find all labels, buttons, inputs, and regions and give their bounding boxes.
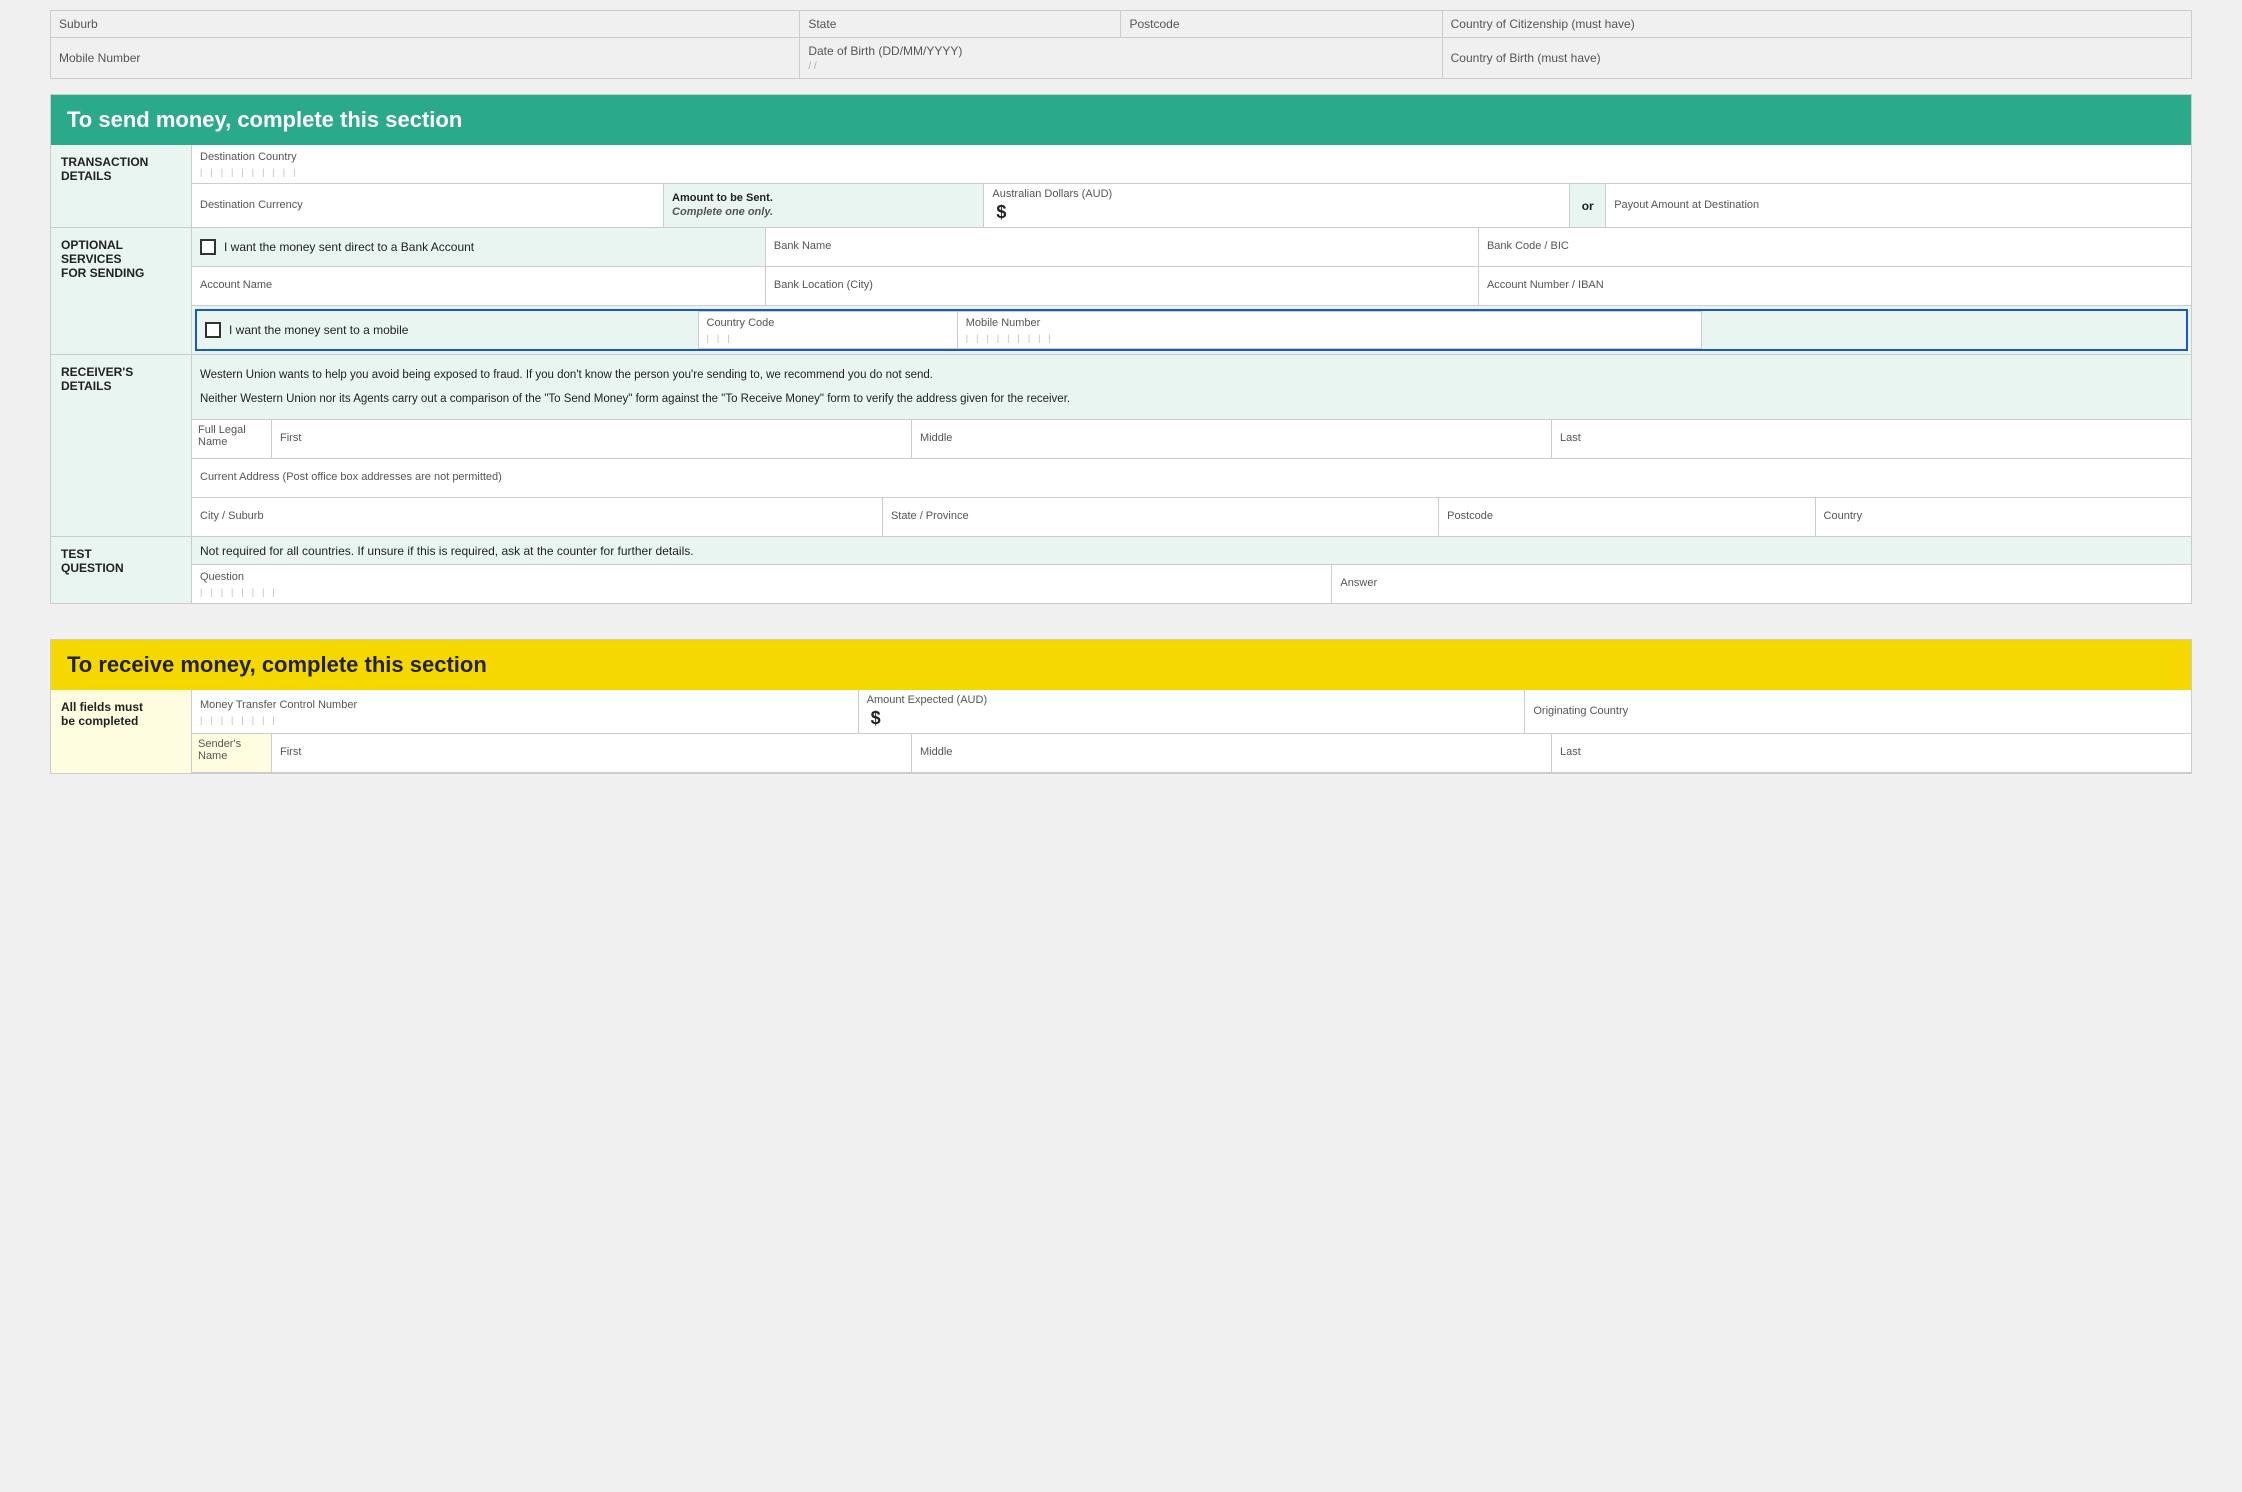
sender-first-field[interactable]: First: [272, 734, 912, 772]
bank-location-field[interactable]: Bank Location (City): [766, 267, 1479, 305]
country-field[interactable]: Country: [1816, 498, 2191, 536]
aud-field[interactable]: Australian Dollars (AUD) $: [984, 184, 1570, 227]
amount-row: Destination Currency Amount to be Sent. …: [192, 184, 2191, 227]
dob-cell: Date of Birth (DD/MM/YYYY) / /: [800, 38, 1442, 79]
receivers-details-row: RECEIVER'SDETAILS Western Union wants to…: [51, 355, 2191, 537]
amount-expected-field[interactable]: Amount Expected (AUD) $: [859, 690, 1526, 733]
postcode-field[interactable]: Postcode: [1439, 498, 1815, 536]
postcode-cell: Postcode: [1121, 11, 1442, 38]
citizenship-cell: Country of Citizenship (must have): [1442, 11, 2191, 38]
destination-country-row: Destination Country | | | | | | | | | |: [192, 145, 2191, 184]
receivers-fields: Western Union wants to help you avoid be…: [191, 355, 2191, 536]
all-fields-label: All fields mustbe completed: [51, 690, 191, 773]
optional-fields: I want the money sent direct to a Bank A…: [191, 228, 2191, 354]
send-section-header: To send money, complete this section: [51, 95, 2191, 145]
city-suburb-field[interactable]: City / Suburb: [192, 498, 883, 536]
sender-middle-field[interactable]: Middle: [912, 734, 1552, 772]
account-number-field[interactable]: Account Number / IBAN: [1479, 267, 2191, 305]
payout-amount-field[interactable]: Payout Amount at Destination: [1606, 184, 2191, 227]
country-code-field[interactable]: Country Code | | |: [698, 311, 958, 349]
mobile-row-spacer: [1702, 311, 2187, 349]
bank-account-checkbox[interactable]: [200, 239, 216, 255]
mobile-checkbox-row-outlined: I want the money sent to a mobile Countr…: [195, 309, 2188, 351]
account-name-row: Account Name Bank Location (City) Accoun…: [192, 267, 2191, 306]
full-name-row: Full Legal Name First Middle Last: [192, 420, 2191, 459]
test-question-label: TESTQUESTION: [51, 537, 191, 603]
bank-code-field[interactable]: Bank Code / BIC: [1479, 228, 2191, 266]
country-birth-cell: Country of Birth (must have): [1442, 38, 2191, 79]
transaction-label: TRANSACTIONDETAILS: [51, 145, 191, 227]
state-province-field[interactable]: State / Province: [883, 498, 1439, 536]
current-address-field[interactable]: Current Address (Post office box address…: [192, 459, 2191, 497]
answer-field[interactable]: Answer: [1332, 565, 2191, 603]
originating-country-field[interactable]: Originating Country: [1525, 690, 2191, 733]
middle-name-field[interactable]: Middle: [912, 420, 1552, 458]
state-cell: State: [800, 11, 1121, 38]
senders-name-label: Sender's Name: [192, 734, 272, 772]
mobile-checkbox[interactable]: [205, 322, 221, 338]
optional-label: OPTIONALSERVICESFOR SENDING: [51, 228, 191, 354]
suburb-cell: Suburb: [51, 11, 800, 38]
receive-fields: Money Transfer Control Number | | | | | …: [191, 690, 2191, 773]
receivers-label: RECEIVER'SDETAILS: [51, 355, 191, 536]
transaction-fields: Destination Country | | | | | | | | | |: [191, 145, 2191, 227]
test-question-fields: Not required for all countries. If unsur…: [191, 537, 2191, 603]
destination-currency-field[interactable]: Destination Currency: [192, 184, 664, 227]
existing-customers-table: Suburb State Postcode Country of Citizen…: [50, 10, 2192, 79]
send-money-section: To send money, complete this section TRA…: [50, 94, 2192, 604]
mobile-checkbox-cell: I want the money sent to a mobile: [197, 311, 698, 349]
senders-name-row: Sender's Name First Middle Last: [192, 734, 2191, 773]
mtcn-field[interactable]: Money Transfer Control Number | | | | | …: [192, 690, 859, 733]
receive-money-section: To receive money, complete this section …: [50, 639, 2192, 774]
current-address-row: Current Address (Post office box address…: [192, 459, 2191, 498]
bank-account-checkbox-row: I want the money sent direct to a Bank A…: [192, 228, 2191, 267]
bank-account-checkbox-cell: I want the money sent direct to a Bank A…: [192, 228, 765, 266]
receive-fields-row: All fields mustbe completed Money Transf…: [51, 690, 2191, 773]
test-question-note: Not required for all countries. If unsur…: [192, 537, 2191, 565]
transaction-details-row: TRANSACTIONDETAILS Destination Country |…: [51, 145, 2191, 228]
account-name-field[interactable]: Account Name: [192, 267, 766, 305]
city-state-row: City / Suburb State / Province Postcode …: [192, 498, 2191, 536]
mtcn-row: Money Transfer Control Number | | | | | …: [192, 690, 2191, 734]
mobile-checkbox-row: I want the money sent to a mobile Countr…: [197, 311, 2186, 349]
receivers-warning: Western Union wants to help you avoid be…: [192, 355, 2191, 420]
first-name-field[interactable]: First: [272, 420, 912, 458]
amount-label-field: Amount to be Sent. Complete one only.: [664, 184, 984, 227]
receive-section-header: To receive money, complete this section: [51, 640, 2191, 690]
mobile-cell: Mobile Number: [51, 38, 800, 79]
last-name-field[interactable]: Last: [1552, 420, 2191, 458]
test-question-row: TESTQUESTION Not required for all countr…: [51, 537, 2191, 603]
full-legal-name-label: Full Legal Name: [192, 420, 272, 458]
question-field[interactable]: Question | | | | | | | |: [192, 565, 1332, 603]
sender-last-field[interactable]: Last: [1552, 734, 2191, 772]
or-divider: or: [1570, 184, 1606, 227]
destination-country-field[interactable]: Destination Country | | | | | | | | | |: [192, 145, 2191, 183]
optional-services-row: OPTIONALSERVICESFOR SENDING I want the m…: [51, 228, 2191, 355]
question-answer-row: Question | | | | | | | | Ans: [192, 565, 2191, 603]
mobile-number-field[interactable]: Mobile Number | | | | | | | | |: [958, 311, 1702, 349]
bank-name-field[interactable]: Bank Name: [765, 228, 1479, 266]
